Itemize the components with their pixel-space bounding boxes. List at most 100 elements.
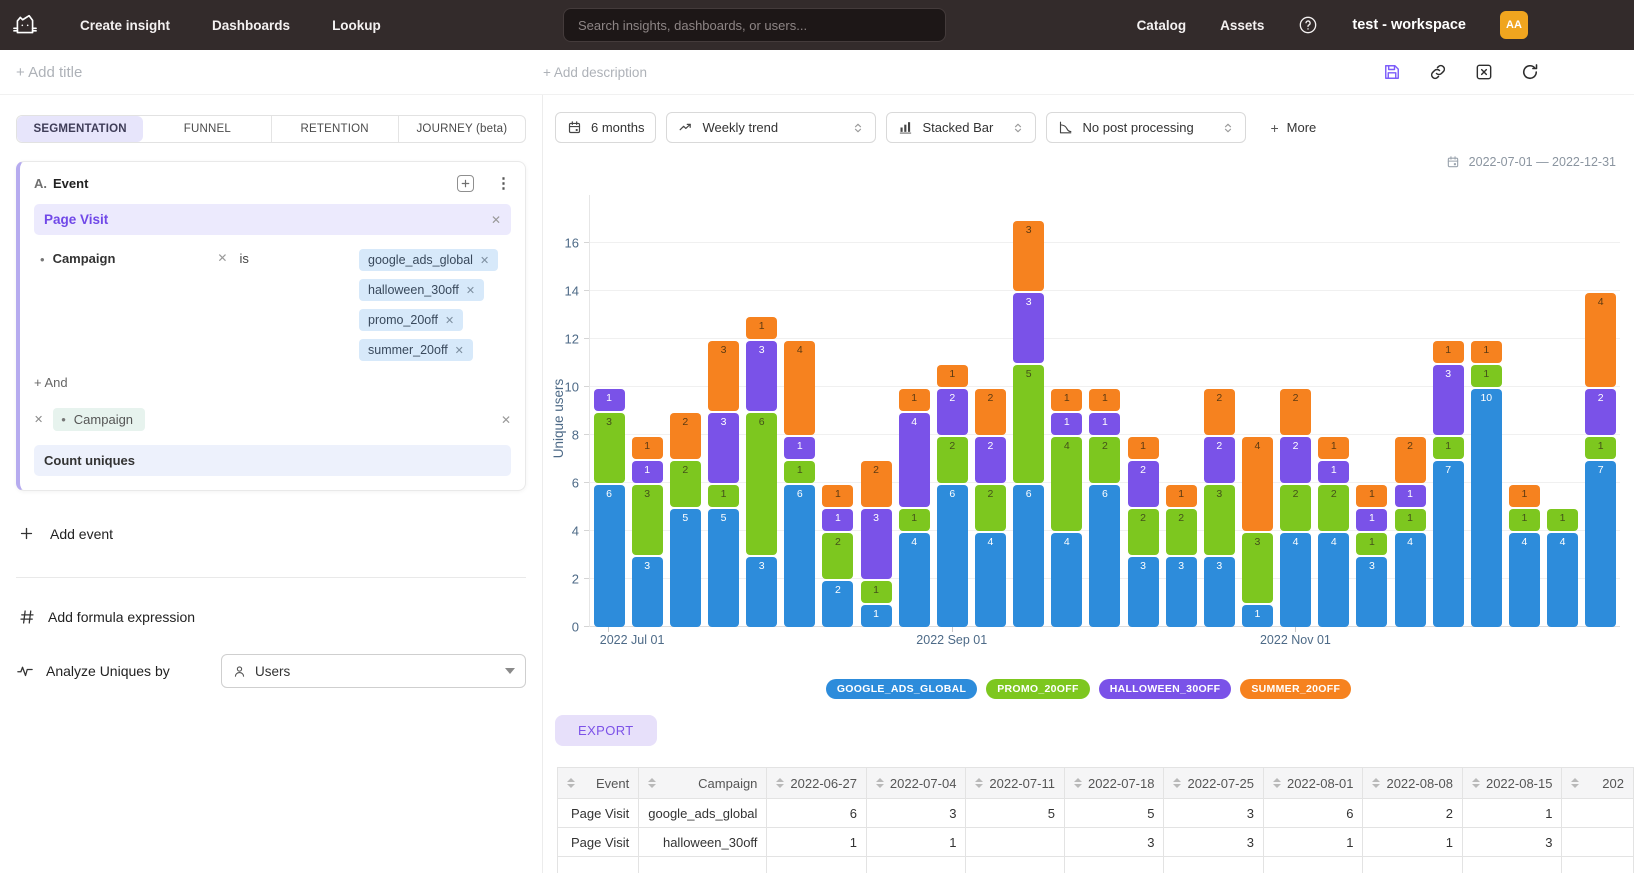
nav-lookup[interactable]: Lookup xyxy=(332,18,381,33)
add-description-button[interactable]: + Add description xyxy=(543,65,647,80)
remove-value-icon[interactable]: ✕ xyxy=(445,314,454,327)
bar-segment-promo_20off[interactable]: 3 xyxy=(594,413,625,483)
bar-segment-halloween_30off[interactable]: 1 xyxy=(822,509,853,531)
workspace-name[interactable]: test - workspace xyxy=(1352,17,1466,33)
help-icon[interactable] xyxy=(1298,15,1318,35)
bar-segment-google_ads_global[interactable]: 6 xyxy=(784,485,815,627)
bar-segment-halloween_30off[interactable]: 3 xyxy=(708,413,739,483)
bar-segment-summer_20off[interactable]: 1 xyxy=(822,485,853,507)
more-button[interactable]: + More xyxy=(1270,120,1316,136)
bar-segment-google_ads_global[interactable]: 1 xyxy=(861,605,892,627)
filter-property[interactable]: Campaign xyxy=(53,251,116,266)
bar-segment-halloween_30off[interactable]: 2 xyxy=(937,389,968,435)
bar-segment-halloween_30off[interactable]: 1 xyxy=(632,461,663,483)
bar-segment-google_ads_global[interactable]: 3 xyxy=(1166,557,1197,627)
nav-create-insight[interactable]: Create insight xyxy=(80,18,170,33)
bar-segment-promo_20off[interactable]: 3 xyxy=(1204,485,1235,555)
bar-segment-google_ads_global[interactable]: 5 xyxy=(708,509,739,627)
export-button[interactable]: EXPORT xyxy=(555,715,657,746)
bar-segment-google_ads_global[interactable]: 4 xyxy=(899,533,930,627)
bar-segment-summer_20off[interactable]: 2 xyxy=(1204,389,1235,435)
column-header-campaign[interactable]: Campaign xyxy=(639,768,767,799)
bar-segment-summer_20off[interactable]: 1 xyxy=(1471,341,1502,363)
legend-pill-google_ads_global[interactable]: GOOGLE_ADS_GLOBAL xyxy=(826,679,977,699)
bar-segment-google_ads_global[interactable]: 6 xyxy=(1089,485,1120,627)
bar-segment-promo_20off[interactable]: 1 xyxy=(899,509,930,531)
filter-value-chip[interactable]: google_ads_global✕ xyxy=(359,249,498,271)
bar-segment-google_ads_global[interactable]: 6 xyxy=(594,485,625,627)
bar-segment-google_ads_global[interactable]: 1 xyxy=(1242,605,1273,627)
bar-segment-halloween_30off[interactable]: 3 xyxy=(861,509,892,579)
bar-segment-promo_20off[interactable]: 2 xyxy=(1318,485,1349,531)
post-processing-select[interactable]: No post processing xyxy=(1046,112,1246,143)
copy-link-icon[interactable] xyxy=(1428,62,1448,82)
nav-catalog[interactable]: Catalog xyxy=(1137,18,1187,33)
bar-segment-summer_20off[interactable]: 4 xyxy=(784,341,815,435)
bar-segment-halloween_30off[interactable]: 4 xyxy=(899,413,930,507)
bar-segment-halloween_30off[interactable]: 2 xyxy=(1128,461,1159,507)
bar-segment-halloween_30off[interactable]: 1 xyxy=(1318,461,1349,483)
column-header-2022-08-01[interactable]: 2022-08-01 xyxy=(1263,768,1363,799)
filter-operator[interactable]: is xyxy=(239,251,248,266)
kebab-menu-icon[interactable]: ⋮ xyxy=(496,176,511,191)
bar-segment-halloween_30off[interactable]: 3 xyxy=(746,341,777,411)
event-select-row[interactable]: Page Visit ✕ xyxy=(34,204,511,235)
bar-segment-google_ads_global[interactable]: 7 xyxy=(1433,461,1464,627)
bar-segment-summer_20off[interactable]: 1 xyxy=(746,317,777,339)
avatar[interactable]: AA xyxy=(1500,11,1528,39)
bar-segment-summer_20off[interactable]: 4 xyxy=(1585,293,1616,387)
clear-filter-icon[interactable]: ✕ xyxy=(217,251,227,265)
bar-segment-google_ads_global[interactable]: 4 xyxy=(975,533,1006,627)
bar-segment-google_ads_global[interactable]: 4 xyxy=(1395,533,1426,627)
legend-pill-promo_20off[interactable]: PROMO_20OFF xyxy=(986,679,1089,699)
bar-segment-halloween_30off[interactable]: 1 xyxy=(594,389,625,411)
remove-breakdown-icon[interactable]: ✕ xyxy=(34,413,43,426)
bar-segment-promo_20off[interactable]: 2 xyxy=(822,533,853,579)
bar-segment-promo_20off[interactable]: 2 xyxy=(670,461,701,507)
bar-segment-promo_20off[interactable]: 2 xyxy=(975,485,1006,531)
bar-segment-google_ads_global[interactable]: 6 xyxy=(1013,485,1044,627)
bar-segment-promo_20off[interactable]: 4 xyxy=(1051,437,1082,531)
trend-select[interactable]: Weekly trend xyxy=(666,112,876,143)
bar-segment-halloween_30off[interactable]: 1 xyxy=(1356,509,1387,531)
column-header-2022-07-18[interactable]: 2022-07-18 xyxy=(1064,768,1164,799)
bar-segment-promo_20off[interactable]: 3 xyxy=(632,485,663,555)
bar-segment-google_ads_global[interactable]: 4 xyxy=(1051,533,1082,627)
tab-funnel[interactable]: FUNNEL xyxy=(143,116,270,142)
bar-segment-promo_20off[interactable]: 1 xyxy=(1471,365,1502,387)
bar-segment-promo_20off[interactable]: 1 xyxy=(1509,509,1540,531)
remove-value-icon[interactable]: ✕ xyxy=(480,254,489,267)
bar-segment-promo_20off[interactable]: 1 xyxy=(861,581,892,603)
bar-segment-promo_20off[interactable]: 1 xyxy=(708,485,739,507)
search-input[interactable] xyxy=(563,8,946,42)
column-header-event[interactable]: Event xyxy=(558,768,639,799)
column-header-202[interactable]: 202 xyxy=(1562,768,1634,799)
bar-segment-promo_20off[interactable]: 2 xyxy=(937,437,968,483)
add-title-button[interactable]: + Add title xyxy=(16,64,82,81)
bar-segment-summer_20off[interactable]: 1 xyxy=(1318,437,1349,459)
bar-segment-halloween_30off[interactable]: 1 xyxy=(784,437,815,459)
remove-value-icon[interactable]: ✕ xyxy=(455,344,464,357)
bar-segment-promo_20off[interactable]: 5 xyxy=(1013,365,1044,483)
bar-segment-summer_20off[interactable]: 2 xyxy=(1395,437,1426,483)
bar-segment-summer_20off[interactable]: 1 xyxy=(632,437,663,459)
add-formula-button[interactable]: Add formula expression xyxy=(16,608,526,626)
bar-segment-summer_20off[interactable]: 1 xyxy=(899,389,930,411)
add-filter-icon[interactable] xyxy=(457,175,474,192)
bar-segment-google_ads_global[interactable]: 10 xyxy=(1471,389,1502,627)
bar-segment-halloween_30off[interactable]: 1 xyxy=(1051,413,1082,435)
bar-segment-google_ads_global[interactable]: 4 xyxy=(1318,533,1349,627)
close-insight-icon[interactable] xyxy=(1474,62,1494,82)
bar-segment-google_ads_global[interactable]: 3 xyxy=(1204,557,1235,627)
bar-segment-promo_20off[interactable]: 1 xyxy=(1433,437,1464,459)
bar-segment-google_ads_global[interactable]: 2 xyxy=(822,581,853,627)
bar-segment-google_ads_global[interactable]: 5 xyxy=(670,509,701,627)
bar-segment-summer_20off[interactable]: 3 xyxy=(708,341,739,411)
bar-segment-summer_20off[interactable]: 1 xyxy=(1089,389,1120,411)
bar-segment-halloween_30off[interactable]: 1 xyxy=(1089,413,1120,435)
bar-segment-promo_20off[interactable]: 2 xyxy=(1089,437,1120,483)
bar-segment-summer_20off[interactable]: 1 xyxy=(1356,485,1387,507)
bar-segment-promo_20off[interactable]: 1 xyxy=(1356,533,1387,555)
breakdown-property-chip[interactable]: • Campaign xyxy=(53,408,145,431)
filter-value-chip[interactable]: summer_20off✕ xyxy=(359,339,473,361)
